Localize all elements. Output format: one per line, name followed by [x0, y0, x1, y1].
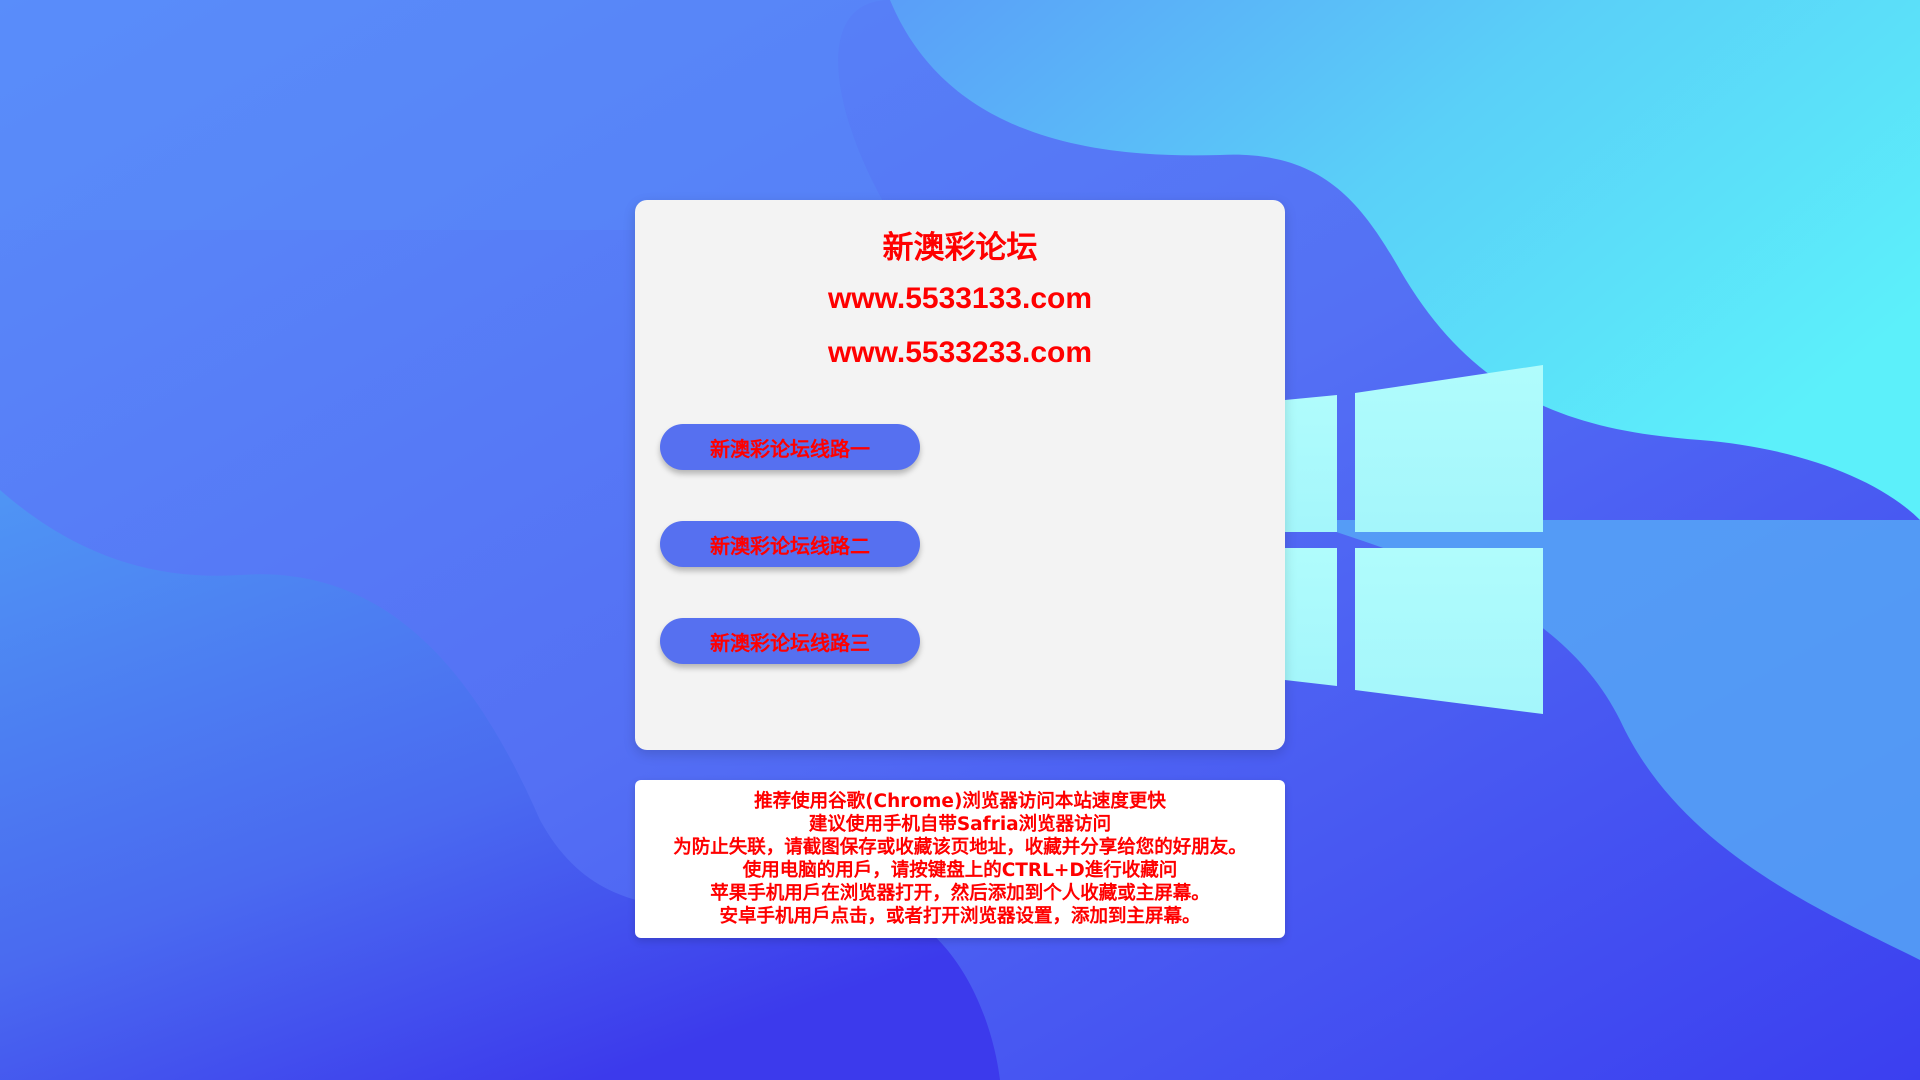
line-1-button-label: 新澳彩论坛线路一 [710, 436, 870, 461]
line-3-button[interactable]: 新澳彩论坛线路三 [660, 618, 920, 664]
notice-panel: 推荐使用谷歌(Chrome)浏览器访问本站速度更快 建议使用手机自带Safria… [635, 780, 1285, 938]
line-1-button[interactable]: 新澳彩论坛线路一 [660, 424, 920, 470]
forum-card: 新澳彩论坛 www.5533133.com www.5533233.com 新澳… [635, 200, 1285, 750]
notice-line: 推荐使用谷歌(Chrome)浏览器访问本站速度更快 [754, 791, 1166, 812]
line-3-button-label: 新澳彩论坛线路三 [710, 630, 870, 655]
notice-line: 建议使用手机自带Safria浏览器访问 [808, 814, 1112, 835]
line-2-button-label: 新澳彩论坛线路二 [710, 533, 870, 558]
notice-line: 使用电脑的用戶，请按键盘上的CTRL+D進行收藏问 [742, 860, 1178, 881]
notice-line: 为防止失联，请截图保存或收藏该页地址，收藏并分享给您的好朋友。 [673, 837, 1247, 858]
forum-url-1[interactable]: www.5533133.com [635, 282, 1285, 316]
line-2-button[interactable]: 新澳彩论坛线路二 [660, 521, 920, 567]
notice-line: 安卓手机用戶点击，或者打开浏览器设置，添加到主屏幕。 [719, 906, 1201, 927]
forum-title: 新澳彩论坛 [882, 230, 1038, 266]
forum-url-2[interactable]: www.5533233.com [635, 336, 1285, 370]
notice-line: 苹果手机用戶在浏览器打开，然后添加到个人收藏或主屏幕。 [710, 883, 1210, 904]
